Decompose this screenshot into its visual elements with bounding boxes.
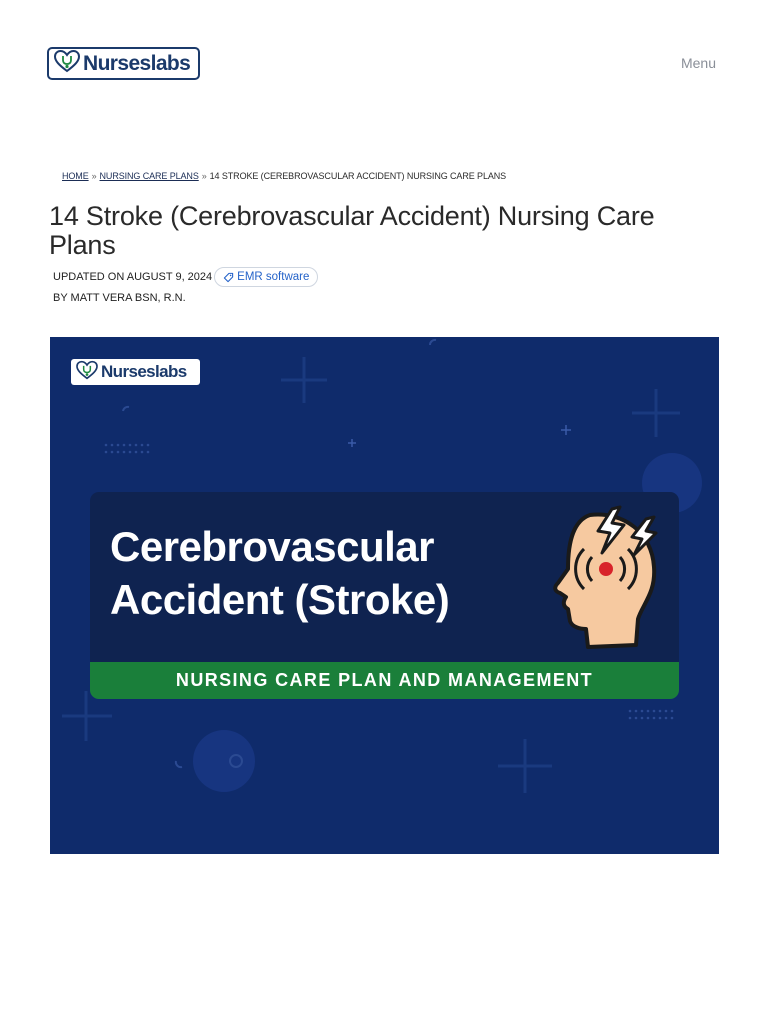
article-meta: UPDATED ON AUGUST 9, 2024 EMR software bbox=[53, 267, 319, 287]
byline: BY MATT VERA BSN, R.N. bbox=[53, 292, 186, 304]
breadcrumb-separator: » bbox=[91, 171, 97, 181]
menu-button[interactable]: Menu bbox=[681, 55, 716, 71]
tag-icon bbox=[223, 272, 234, 282]
page: Nurseslabs Menu HOME» NURSING CARE PLANS»… bbox=[0, 0, 768, 1024]
breadcrumb-separator: » bbox=[201, 171, 207, 181]
hero-banner: NURSING CARE PLAN AND MANAGEMENT bbox=[90, 662, 679, 699]
site-logo[interactable]: Nurseslabs bbox=[47, 47, 200, 80]
heart-stethoscope-icon bbox=[53, 49, 81, 78]
page-title: 14 Stroke (Cerebrovascular Accident) Nur… bbox=[49, 201, 655, 260]
hero-heading: Cerebrovascular Accident (Stroke) bbox=[110, 523, 450, 623]
breadcrumb: HOME» NURSING CARE PLANS» 14 STROKE (CEREB… bbox=[62, 171, 506, 181]
heart-stethoscope-icon bbox=[75, 360, 99, 385]
tag-chip[interactable]: EMR software bbox=[214, 267, 319, 287]
breadcrumb-current: 14 STROKE (CEREBROVASCULAR ACCIDENT) NUR… bbox=[209, 171, 507, 181]
head-headache-icon bbox=[553, 505, 658, 649]
featured-image: Nurseslabs Cerebrovascular Accident (Str… bbox=[50, 337, 719, 854]
tag-label: EMR software bbox=[237, 271, 310, 283]
updated-date: UPDATED ON AUGUST 9, 2024 bbox=[53, 271, 213, 283]
hero-logo: Nurseslabs bbox=[71, 359, 200, 385]
logo-text: Nurseslabs bbox=[83, 51, 191, 75]
hero-logo-text: Nurseslabs bbox=[101, 362, 187, 381]
breadcrumb-home-link[interactable]: HOME bbox=[62, 171, 89, 181]
breadcrumb-category-link[interactable]: NURSING CARE PLANS bbox=[100, 171, 199, 181]
